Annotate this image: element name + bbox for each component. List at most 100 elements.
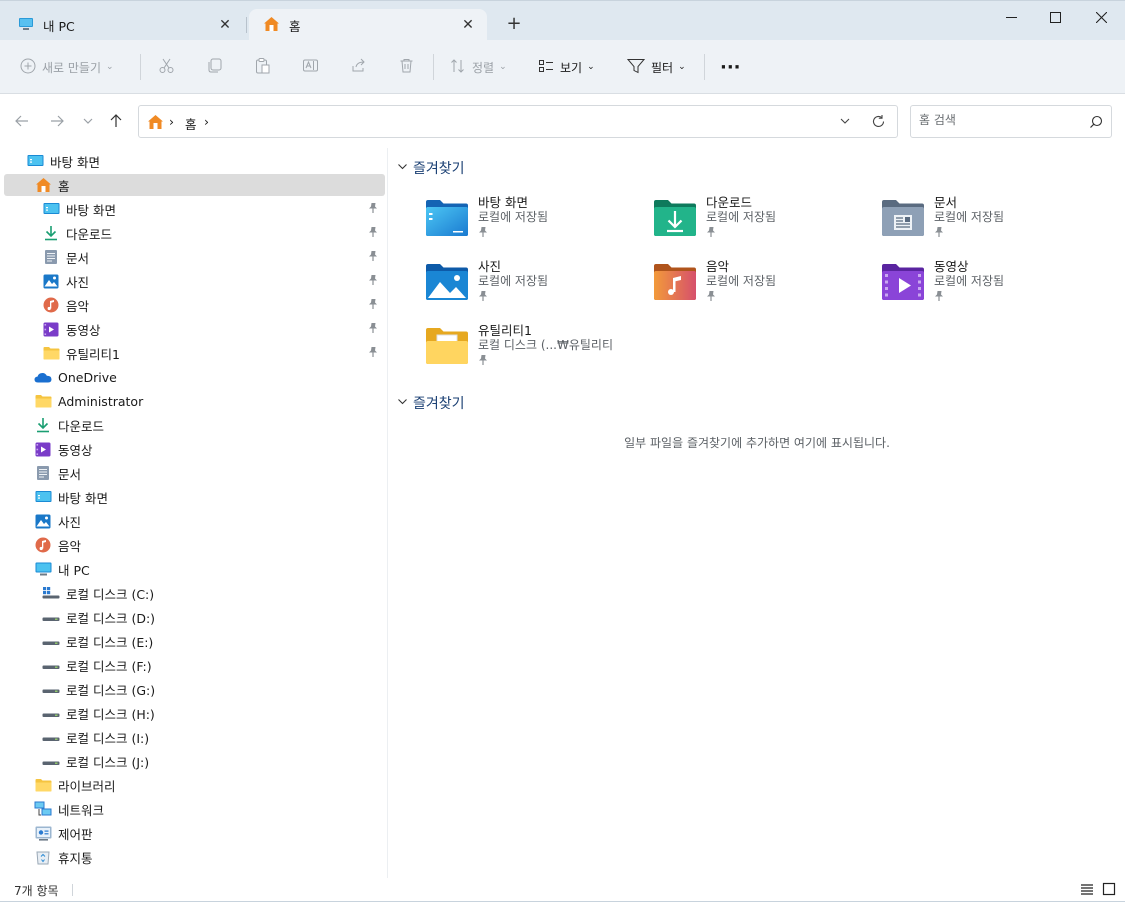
minimize-button[interactable] [988,3,1034,31]
home-icon [147,114,164,133]
sidebar-item[interactable]: 내 PC [34,558,385,580]
network-icon [34,800,52,818]
sidebar-item[interactable]: 음악 [42,294,385,316]
recent-locations-button[interactable] [78,111,98,131]
folder-tile[interactable]: 다운로드 로컬에 저장됨 [617,192,832,250]
sidebar-item-label: 제어판 [58,826,93,842]
sidebar-item[interactable]: 다운로드 [42,222,385,244]
copy-button[interactable] [206,52,223,82]
sidebar-item[interactable]: 로컬 디스크 (C:) [42,582,385,604]
sidebar-item[interactable]: 바탕 화면 [42,198,385,220]
details-view-button[interactable] [1080,882,1096,898]
drive-icon [42,752,60,770]
favorites-section-header[interactable]: 즐겨찾기 [397,156,465,180]
folder-tile[interactable]: 유틸리티1 로컬 디스크 (...₩유틸리티 [389,320,613,378]
sidebar-item[interactable]: 다운로드 [34,414,385,436]
videos-icon [34,440,52,458]
search-input[interactable] [919,113,1079,127]
sidebar-item[interactable]: 로컬 디스크 (G:) [42,678,385,700]
sidebar-item[interactable]: 유틸리티1 [42,342,385,364]
tab-home[interactable]: 홈 ✕ [249,9,487,41]
sort-icon [450,58,466,77]
new-tab-button[interactable]: + [504,14,524,34]
sidebar-item[interactable]: 동영상 [34,438,385,460]
onedrive-icon [34,368,52,386]
up-button[interactable] [106,111,126,131]
view-button[interactable]: 보기 ⌄ [538,52,595,82]
close-window-button[interactable] [1078,3,1124,31]
sidebar-item[interactable]: 사진 [42,270,385,292]
sidebar-item-label: 다운로드 [66,226,113,242]
sidebar-item[interactable]: 로컬 디스크 (H:) [42,702,385,724]
clipboard-icon [254,57,271,77]
sidebar-item[interactable]: 문서 [34,462,385,484]
search-icon[interactable] [1089,115,1103,132]
sidebar-item[interactable]: 사진 [34,510,385,532]
sidebar-item[interactable]: 바탕 화면 [26,150,385,172]
rename-button[interactable] [302,52,319,82]
refresh-icon[interactable] [871,114,886,132]
title-bar: 내 PC ✕ 홈 ✕ + [0,0,1125,41]
desktop-icon [425,196,469,240]
tab-my-pc[interactable]: 내 PC ✕ [4,9,244,41]
section-title: 즐겨찾기 [413,161,465,177]
maximize-button[interactable] [1032,3,1078,31]
music-icon [34,536,52,554]
sidebar-item[interactable]: OneDrive [34,366,385,388]
more-options-button[interactable]: ··· [720,52,741,82]
new-label: 새로 만들기 [42,60,102,75]
pin-icon [367,298,379,313]
breadcrumb-separator[interactable]: › [204,114,209,129]
sidebar-item[interactable]: 동영상 [42,318,385,340]
back-button[interactable] [12,111,32,131]
filter-label: 필터 [651,60,674,75]
close-icon[interactable]: ✕ [459,16,477,34]
close-icon[interactable]: ✕ [216,16,234,34]
sidebar-item[interactable]: 휴지통 [34,846,385,868]
sidebar-item-label: 바탕 화면 [50,154,100,170]
cut-button[interactable] [158,52,175,82]
folder-location: 로컬에 저장됨 [706,210,777,224]
paste-button[interactable] [254,52,271,82]
sidebar-item[interactable]: 문서 [42,246,385,268]
sidebar-item-label: 로컬 디스크 (G:) [66,682,156,698]
sidebar-item[interactable]: Administrator [34,390,385,412]
sidebar-item[interactable]: 로컬 디스크 (D:) [42,606,385,628]
sidebar-item[interactable]: 라이브러리 [34,774,385,796]
sidebar-item[interactable]: 음악 [34,534,385,556]
address-bar[interactable]: › 홈 › [138,105,898,138]
drive-icon [42,608,60,626]
sidebar-item[interactable]: 제어판 [34,822,385,844]
sidebar-item[interactable]: 로컬 디스크 (F:) [42,654,385,676]
folder-tile[interactable]: 음악 로컬에 저장됨 [617,256,832,314]
sidebar-item[interactable]: 네트워크 [34,798,385,820]
sidebar-item[interactable]: 로컬 디스크 (I:) [42,726,385,748]
pictures-icon [42,272,60,290]
music-icon [42,296,60,314]
folder-tile[interactable]: 문서 로컬에 저장됨 [845,192,1060,250]
sidebar-item-label: 바탕 화면 [58,490,108,506]
large-icons-view-button[interactable] [1102,882,1118,898]
sidebar-item[interactable]: 로컬 디스크 (J:) [42,750,385,772]
delete-button[interactable] [398,52,415,82]
filter-button[interactable]: 필터 ⌄ [626,52,686,82]
forward-button[interactable] [47,111,67,131]
sidebar-item[interactable]: 홈 [4,174,385,196]
address-history-dropdown[interactable] [839,115,851,130]
folder-tile[interactable]: 사진 로컬에 저장됨 [389,256,604,314]
sidebar-item-label: Administrator [58,393,144,409]
sidebar-item-label: 문서 [58,466,82,482]
toolbar-divider [433,54,434,80]
share-button[interactable] [350,52,367,82]
breadcrumb-home[interactable]: 홈 [185,114,197,133]
folder-tile[interactable]: 동영상 로컬에 저장됨 [845,256,1060,314]
breadcrumb-separator[interactable]: › [169,114,174,129]
sidebar-item[interactable]: 로컬 디스크 (E:) [42,630,385,652]
recent-section-header[interactable]: 즐겨찾기 [397,391,465,415]
search-box[interactable] [910,105,1112,138]
folder-tile[interactable]: 바탕 화면 로컬에 저장됨 [389,192,604,250]
new-button[interactable]: 새로 만들기 ⌄ [20,52,114,82]
sidebar-item[interactable]: 바탕 화면 [34,486,385,508]
sort-button[interactable]: 정렬 ⌄ [450,52,507,82]
folder-icon [42,344,60,362]
